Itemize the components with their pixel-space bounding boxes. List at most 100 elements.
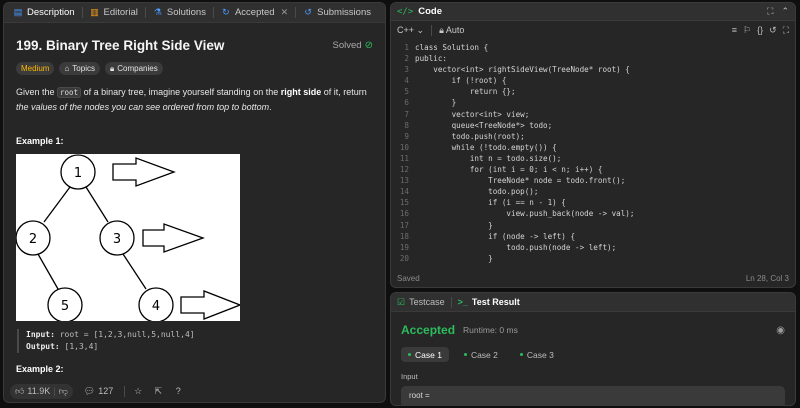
tag-icon: ⌂ [64, 64, 70, 73]
share-icon[interactable]: ⇱ [151, 384, 165, 398]
tab-accepted[interactable]: ↻ Accepted ✕ [216, 3, 293, 23]
code-text: todo.push(node -> left); [415, 242, 617, 252]
fullscreen-icon[interactable]: ⛶ [767, 6, 773, 17]
code-text: int n = todo.size(); [415, 153, 562, 163]
code-line: 20 } [391, 253, 795, 264]
code-line: 18 if (node -> left) { [391, 231, 795, 242]
line-number: 20 [399, 253, 409, 263]
terminal-icon: >_ [457, 297, 468, 307]
tab-testcase[interactable]: ☑ Testcase [397, 297, 445, 308]
code-text: TreeNode* node = todo.front(); [415, 176, 626, 186]
check-circle-icon: ⊘ [364, 40, 373, 51]
input-label: Input [401, 372, 418, 381]
verdict: Accepted [401, 323, 456, 337]
code-text: } [415, 220, 493, 230]
line-number: 6 [404, 98, 409, 108]
line-number: 2 [404, 54, 409, 64]
tab-divider [144, 7, 146, 18]
submissions-icon: ↺ [304, 7, 312, 17]
code-line: 7 vector<int> view; [391, 109, 795, 120]
pass-dot-icon [463, 353, 467, 356]
code-text: todo.push(root); [415, 131, 525, 141]
eye-icon[interactable]: ◉ [776, 325, 785, 336]
editorial-icon: ▥ [90, 7, 99, 17]
code-line: 13 TreeNode* node = todo.front(); [391, 175, 795, 186]
difficulty-badge: Medium [16, 62, 55, 75]
problem-tags: Medium ⌂ Topics 🔒︎ Companies [16, 62, 373, 75]
close-icon[interactable]: ✕ [281, 7, 289, 18]
tree-node: 1 [74, 166, 82, 181]
like-button[interactable]: 👍︎ 11.9K | 👎︎ [10, 383, 73, 399]
code-editor-panel: </> Code ⛶ ⌃ C++ ⌄ 🔒︎ Auto ≡ ⚐ {} ↺ ⛶ 1c… [390, 2, 796, 288]
tab-submissions[interactable]: ↺ Submissions [298, 3, 376, 23]
tab-editorial[interactable]: ▥ Editorial [85, 3, 143, 23]
tree-diagram: 1 2 3 5 4 [15, 154, 242, 323]
reset-icon[interactable]: ↺ [769, 25, 777, 36]
tab-test-result[interactable]: >_ Test Result [458, 297, 520, 307]
case-tab-3[interactable]: Case 3 [513, 347, 561, 362]
tree-node: 5 [61, 299, 69, 314]
code-text: while (!todo.empty()) { [415, 142, 557, 152]
code-line: 5 return {}; [391, 86, 795, 97]
topics-chip[interactable]: ⌂ Topics [59, 62, 100, 75]
code-line: 8 queue<TreeNode*> todo; [391, 120, 795, 131]
code-icon: </> [397, 6, 414, 17]
line-number: 15 [399, 198, 409, 208]
code-line: 4 if (!root) { [391, 75, 795, 86]
braces-icon[interactable]: {} [757, 25, 763, 36]
code-text: view.push_back(node -> val); [415, 209, 635, 219]
tab-solutions[interactable]: ⚗ Solutions [148, 3, 211, 23]
line-number: 10 [399, 142, 409, 152]
bookmark-icon[interactable]: ⚐ [743, 25, 751, 36]
example-2-title: Example 2: [16, 364, 64, 374]
comments-button[interactable]: 💬︎ 127 [79, 384, 118, 399]
code-line: 17 } [391, 220, 795, 231]
problem-statement: Given the root of a binary tree, imagine… [16, 87, 367, 112]
example-1-io: Input: root = [1,2,3,null,5,null,4] Outp… [17, 329, 373, 353]
solutions-icon: ⚗ [153, 7, 162, 17]
line-number: 4 [404, 76, 409, 86]
editor-toolbar: C++ ⌄ 🔒︎ Auto ≡ ⚐ {} ↺ ⛶ [391, 21, 795, 39]
tree-node: 4 [152, 299, 160, 314]
input-value: root = [401, 386, 785, 405]
case-tab-1[interactable]: Case 1 [401, 347, 449, 362]
star-icon[interactable]: ☆ [131, 384, 145, 398]
code-line: 15 if (i == n - 1) { [391, 197, 795, 208]
code-line: 16 view.push_back(node -> val); [391, 208, 795, 219]
divider [450, 296, 452, 308]
collapse-icon[interactable]: ⌃ [781, 6, 789, 17]
code-text: if (!root) { [415, 76, 507, 86]
problem-title: 199. Binary Tree Right Side View [16, 38, 225, 53]
result-tab-bar: ☑ Testcase >_ Test Result [391, 293, 795, 312]
line-number: 5 [404, 87, 409, 97]
line-number: 8 [404, 120, 409, 130]
tab-description[interactable]: ▤ Description [8, 3, 80, 23]
auto-mode[interactable]: 🔒︎ Auto [439, 25, 464, 36]
companies-chip[interactable]: 🔒︎ Companies [104, 62, 163, 75]
code-text: } [415, 253, 493, 263]
format-icon[interactable]: ≡ [732, 25, 737, 36]
help-icon[interactable]: ? [171, 384, 185, 398]
language-select[interactable]: C++ ⌄ [397, 25, 424, 36]
code-text: public: [415, 54, 448, 64]
case-tab-2[interactable]: Case 2 [457, 347, 505, 362]
solved-status: Solved ⊘ [332, 40, 373, 51]
example-1-title: Example 1: [16, 136, 64, 146]
code-line: 9 todo.push(root); [391, 131, 795, 142]
problem-action-bar: 👍︎ 11.9K | 👎︎ 💬︎ 127 ☆ ⇱ ? [4, 380, 385, 402]
code-area[interactable]: 1 class Solution {2 public: 3 vector<int> r… [391, 42, 795, 266]
tab-divider [81, 7, 83, 18]
settings-icon[interactable]: ⛶ [783, 25, 789, 36]
description-icon: ▤ [13, 7, 23, 17]
problem-description: 199. Binary Tree Right Side View Solved … [4, 24, 385, 380]
line-number: 12 [399, 165, 409, 175]
code-text: if (i == n - 1) { [415, 198, 566, 208]
code-text: return {}; [415, 87, 516, 97]
thumbs-down-icon[interactable]: 👎︎ [59, 386, 68, 397]
lock-icon: 🔒︎ [439, 24, 444, 35]
comment-icon: 💬︎ [83, 385, 96, 396]
line-number: 17 [399, 220, 409, 230]
pass-dot-icon [519, 353, 523, 356]
code-text: todo.pop(); [415, 187, 539, 197]
line-number: 19 [399, 242, 409, 252]
